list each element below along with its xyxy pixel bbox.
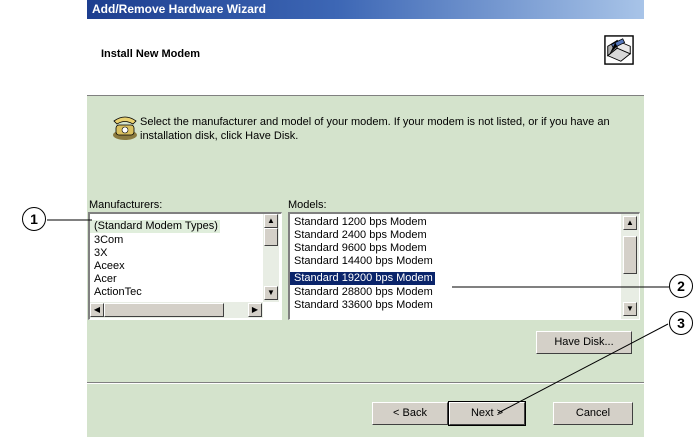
- callout-1: 1: [22, 207, 46, 231]
- callout-3: 3: [669, 311, 693, 335]
- callout-2: 2: [669, 274, 693, 298]
- callout-lines: [47, 219, 669, 414]
